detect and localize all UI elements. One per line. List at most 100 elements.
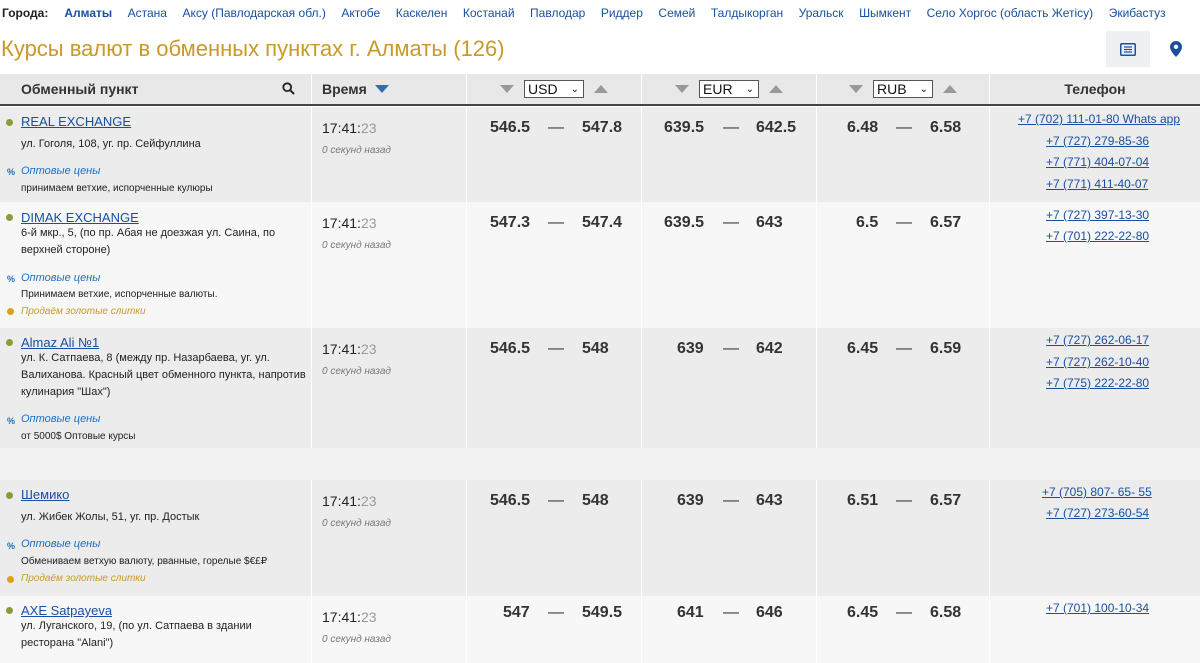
rub-sell: 6.57 [930,214,962,231]
phone-link[interactable]: +7 (701) 222-22-80 [1046,229,1149,243]
point-note: принимаем ветхие, испорченные кулюры [21,183,213,194]
city-link-khorgos[interactable]: Село Хоргос (область Жетісу) [927,6,1094,20]
percent-icon: % [7,416,16,426]
rate-dash: — [896,604,912,621]
city-link-pavlodar[interactable]: Павлодар [530,6,585,20]
currency-select-rub[interactable]: RUB ⌄ [873,80,933,98]
city-link-kaskelen[interactable]: Каскелен [396,6,448,20]
eur-cell: 639.5 — 643 [642,202,817,328]
point-name-link[interactable]: Шемико [21,487,69,502]
list-view-icon [1120,42,1136,56]
city-link-kostanay[interactable]: Костанай [463,6,515,20]
eur-sell: 643 [756,214,783,231]
usd-cell: 546.5 — 548 [467,328,642,448]
update-time: 17:41:23 [322,120,377,136]
rub-buy: 6.45 [847,604,879,621]
rub-cell: 6.5 — 6.57 [817,202,990,328]
phone-link[interactable]: +7 (771) 411-40-07 [1046,177,1148,191]
sort-sell-usd-icon[interactable] [594,85,608,93]
city-link-uralsk[interactable]: Уральск [799,6,844,20]
city-link-ekibastuz[interactable]: Экибастуз [1109,6,1166,20]
sort-sell-rub-icon[interactable] [943,85,957,93]
usd-cell: 546.5 — 548 [467,480,642,596]
rub-buy: 6.45 [847,340,879,357]
point-name-link[interactable]: DIMAK EXCHANGE [21,210,139,225]
sort-desc-icon[interactable] [374,85,389,93]
eur-buy: 641 [677,604,704,621]
time-ago: 0 секунд назад [322,518,391,529]
phone-link[interactable]: +7 (727) 273-60-54 [1046,506,1149,520]
chevron-down-icon: ⌄ [919,83,928,95]
usd-cell: 546.5 — 547.8 [467,107,642,202]
phone-cell: +7 (727) 262-06-17 +7 (727) 262-10-40 +7… [990,328,1200,448]
point-cell: Almaz Ali №1 ул. К. Сатпаева, 8 (между п… [0,328,312,448]
currency-select-eur[interactable]: EUR ⌄ [699,80,759,98]
sort-buy-eur-icon[interactable] [675,85,689,93]
map-view-button[interactable] [1154,31,1198,67]
city-link-aktobe[interactable]: Актобе [341,6,380,20]
sort-sell-eur-icon[interactable] [769,85,783,93]
point-cell: DIMAK EXCHANGE 6-й мкр., 5, (по пр. Абая… [0,202,312,328]
time-ago: 0 секунд назад [322,240,391,251]
city-link-astana[interactable]: Астана [128,6,167,20]
header-phone: Телефон [990,74,1200,104]
list-view-button[interactable] [1106,31,1150,67]
phone-link[interactable]: +7 (701) 100-10-34 [1046,601,1149,615]
phone-cell: +7 (701) 100-10-34 [990,596,1200,663]
eur-buy: 639 [677,492,704,509]
table-row: Almaz Ali №1 ул. К. Сатпаева, 8 (между п… [0,328,1200,448]
update-time-sec: 23 [360,493,377,509]
rate-dash: — [548,492,564,509]
point-name-link[interactable]: Almaz Ali №1 [21,335,99,350]
city-link-semey[interactable]: Семей [658,6,695,20]
update-time-hm: 17:41: [322,609,361,625]
point-name-link[interactable]: REAL EXCHANGE [21,114,131,129]
page-title: Курсы валют в обменных пунктах г. Алматы… [1,36,505,61]
eur-buy: 639.5 [664,214,705,231]
phone-link[interactable]: +7 (705) 807- 65- 55 [1042,485,1152,499]
phone-link[interactable]: +7 (775) 222-22-80 [1046,376,1149,390]
update-time-sec: 23 [360,609,377,625]
city-link-shymkent[interactable]: Шымкент [859,6,911,20]
update-time-sec: 23 [360,341,377,357]
city-link-taldykorgan[interactable]: Талдыкорган [711,6,783,20]
city-link-aksu[interactable]: Аксу (Павлодарская обл.) [182,6,325,20]
rate-dash: — [896,340,912,357]
phone-link[interactable]: +7 (727) 262-10-40 [1046,355,1149,369]
sort-buy-rub-icon[interactable] [849,85,863,93]
search-icon[interactable] [282,82,295,95]
update-time: 17:41:23 [322,215,377,231]
rub-sell: 6.59 [930,340,962,357]
phone-link[interactable]: +7 (727) 262-06-17 [1046,333,1149,347]
rub-sell: 6.57 [930,492,962,509]
update-time: 17:41:23 [322,609,377,625]
header-time[interactable]: Время [312,74,467,104]
rate-dash: — [723,119,739,136]
wholesale-link[interactable]: Оптовые цены [21,413,100,425]
point-address: 6-й мкр., 5, (по пр. Абая не доезжая ул.… [21,227,276,256]
chevron-down-icon: ⌄ [570,83,579,95]
gold-bars-note: Продаём золотые слитки [21,573,146,584]
usd-sell: 547.4 [582,214,623,231]
wholesale-link[interactable]: Оптовые цены [21,538,100,550]
header-point-label: Обменный пункт [21,81,139,97]
phone-link[interactable]: +7 (727) 279-85-36 [1046,134,1149,148]
wholesale-link[interactable]: Оптовые цены [21,165,100,177]
point-name-link[interactable]: AXE Satpayeva [21,603,112,618]
percent-icon: % [7,274,16,284]
currency-select-usd[interactable]: USD ⌄ [524,80,584,98]
status-dot [6,492,13,499]
point-cell: Шемико ул. Жибек Жолы, 51, уг. пр. Досты… [0,480,312,596]
wholesale-link[interactable]: Оптовые цены [21,272,100,284]
update-time-hm: 17:41: [322,120,361,136]
gold-dot [7,308,14,315]
city-link-almaty[interactable]: Алматы [64,6,112,20]
sort-buy-usd-icon[interactable] [500,85,514,93]
phone-link[interactable]: +7 (702) 111-01-80 Whats app [1018,112,1180,126]
time-ago: 0 секунд назад [322,145,391,156]
city-link-ridder[interactable]: Риддер [601,6,643,20]
usd-sell: 547.8 [582,119,623,136]
rub-sell: 6.58 [930,119,962,136]
phone-link[interactable]: +7 (727) 397-13-30 [1046,208,1149,222]
phone-link[interactable]: +7 (771) 404-07-04 [1046,155,1149,169]
